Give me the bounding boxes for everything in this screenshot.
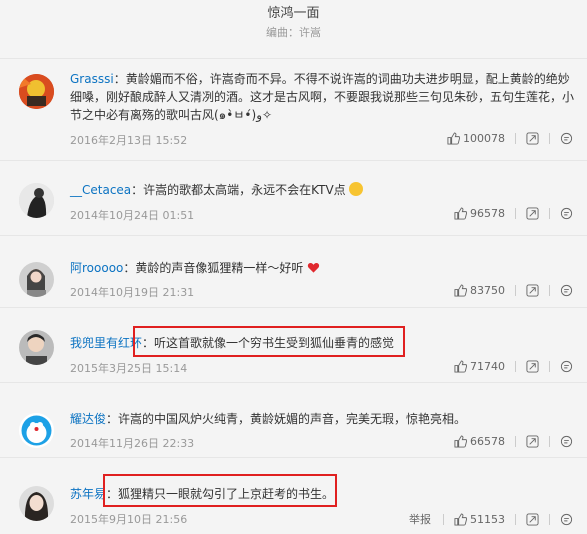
comment-item: Grasssi：黄龄媚而不俗，许嵩奇而不异。不得不说许嵩的词曲功夫进步明显，配上… — [0, 58, 587, 160]
comment-username[interactable]: __Cetacea — [70, 183, 131, 197]
thumb-up-icon — [454, 435, 467, 448]
comment-username[interactable]: 耀达俊 — [70, 412, 106, 426]
song-title: 惊鸿一面 — [267, 6, 320, 21]
like-button[interactable]: 96578 — [454, 207, 505, 220]
thumb-up-icon — [454, 512, 467, 526]
comment-text: 许嵩的中国风炉火纯青，黄龄妩媚的声音，完美无瑕，惊艳亮相。 — [118, 412, 467, 426]
song-header: 惊鸿一面 编曲：许嵩 — [0, 0, 587, 44]
thumb-up-icon — [454, 360, 467, 373]
reply-icon[interactable] — [560, 360, 573, 373]
like-count: 66578 — [470, 435, 505, 448]
song-arranger: 编曲：许嵩 — [266, 26, 321, 39]
avatar[interactable] — [19, 486, 54, 521]
avatar[interactable] — [19, 330, 54, 365]
comment-date: 2015年3月25日 15:14 — [70, 362, 188, 375]
comment-actions: 66578 — [454, 435, 573, 448]
laugh-emoji-icon — [349, 182, 364, 196]
like-button[interactable]: 100078 — [447, 132, 505, 145]
comment-text: 许嵩的歌都太高端，永远不会在KTV点 — [143, 183, 346, 197]
comment-item: 苏年易：狐狸精只一眼就勾引了上京赶考的书生。 2015年9月10日 21:56 … — [0, 457, 587, 534]
like-count: 100078 — [463, 132, 505, 145]
comment-item: 耀达俊：许嵩的中国风炉火纯青，黄龄妩媚的声音，完美无瑕，惊艳亮相。 2014年1… — [0, 382, 587, 457]
comment-actions: 83750 — [454, 284, 573, 297]
share-icon[interactable] — [526, 435, 539, 448]
like-count: 71740 — [470, 360, 505, 373]
avatar[interactable] — [19, 262, 54, 297]
comment-text: 黄龄的声音像狐狸精一样～好听 — [135, 261, 304, 275]
comment-actions: 96578 — [454, 207, 573, 220]
comment-date: 2016年2月13日 15:52 — [70, 134, 188, 147]
comment-item: 阿rooooo：黄龄的声音像狐狸精一样～好听 2014年10月19日 21:31… — [0, 235, 587, 307]
reply-icon[interactable] — [560, 435, 573, 448]
comment-separator: ： — [131, 183, 144, 197]
reply-icon[interactable] — [560, 132, 573, 145]
comment-username[interactable]: 苏年易 — [70, 487, 106, 501]
highlight-box — [103, 474, 337, 507]
reply-icon[interactable] — [560, 284, 573, 297]
comment-actions: 71740 — [454, 360, 573, 373]
comment-date: 2015年9月10日 21:56 — [70, 513, 188, 526]
comment-separator: ： — [113, 72, 126, 86]
comment-username[interactable]: Grasssi — [70, 72, 114, 86]
share-icon[interactable] — [526, 284, 539, 297]
like-button[interactable]: 66578 — [454, 435, 505, 448]
comment-text: 黄龄媚而不俗，许嵩奇而不异。不得不说许嵩的词曲功夫进步明显，配上黄龄的绝妙细嗓，… — [70, 72, 575, 122]
reply-icon[interactable] — [560, 513, 573, 526]
comment-date: 2014年11月26日 22:33 — [70, 437, 195, 450]
thumb-up-icon — [447, 132, 460, 145]
comment-actions: 举报 51153 — [409, 511, 573, 527]
comment-actions: 100078 — [447, 132, 573, 145]
comment-item: 我兜里有红环：听这首歌就像一个穷书生受到狐仙垂青的感觉 2015年3月25日 1… — [0, 307, 587, 382]
like-count: 51153 — [470, 512, 505, 526]
report-link[interactable]: 举报 — [409, 511, 431, 527]
thumb-up-icon — [454, 284, 467, 297]
share-icon[interactable] — [526, 207, 539, 220]
highlight-box — [133, 326, 405, 357]
share-icon[interactable] — [526, 512, 539, 526]
share-icon[interactable] — [526, 360, 539, 373]
comment-username[interactable]: 阿rooooo — [70, 261, 123, 275]
comment-date: 2014年10月24日 01:51 — [70, 209, 195, 222]
like-button[interactable]: 51153 — [454, 513, 505, 526]
comment-separator: ： — [106, 412, 119, 426]
reply-icon[interactable] — [560, 207, 573, 220]
avatar[interactable] — [19, 183, 54, 218]
like-button[interactable]: 71740 — [454, 360, 505, 373]
comment-item: __Cetacea：许嵩的歌都太高端，永远不会在KTV点 2014年10月24日… — [0, 160, 587, 235]
avatar[interactable] — [19, 74, 54, 109]
comment-username[interactable]: 我兜里有红环 — [70, 336, 142, 350]
thumb-up-icon — [454, 207, 467, 220]
share-icon[interactable] — [526, 132, 539, 145]
avatar[interactable] — [19, 413, 54, 448]
comment-date: 2014年10月19日 21:31 — [70, 286, 195, 299]
like-button[interactable]: 83750 — [454, 284, 505, 297]
like-count: 83750 — [470, 284, 505, 297]
like-count: 96578 — [470, 207, 505, 220]
heart-icon — [308, 263, 320, 273]
comment-separator: ： — [123, 261, 136, 275]
